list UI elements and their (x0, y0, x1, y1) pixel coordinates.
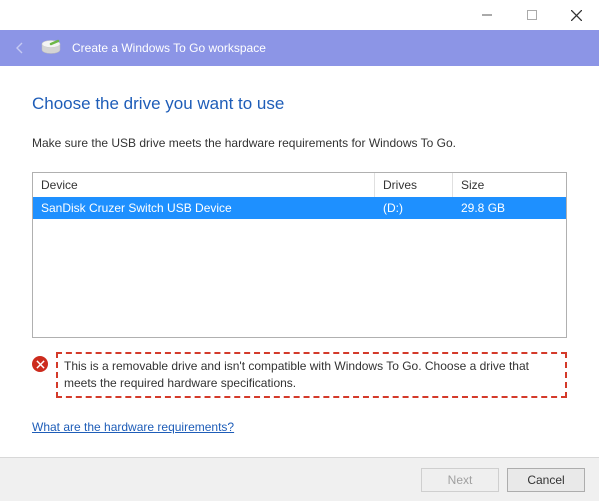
cell-size: 29.8 GB (453, 197, 566, 219)
table-row[interactable]: SanDisk Cruzer Switch USB Device (D:) 29… (33, 197, 566, 219)
drive-table: Device Drives Size SanDisk Cruzer Switch… (32, 172, 567, 338)
page-heading: Choose the drive you want to use (32, 94, 567, 114)
wizard-title: Create a Windows To Go workspace (72, 41, 266, 55)
col-header-size[interactable]: Size (453, 173, 566, 197)
maximize-button[interactable] (509, 0, 554, 30)
content-area: Choose the drive you want to use Make su… (0, 66, 599, 444)
col-header-device[interactable]: Device (33, 173, 375, 197)
error-text: This is a removable drive and isn't comp… (56, 352, 567, 398)
cell-device: SanDisk Cruzer Switch USB Device (33, 197, 375, 219)
wizard-header: Create a Windows To Go workspace (0, 30, 599, 66)
col-header-drives[interactable]: Drives (375, 173, 453, 197)
page-subheading: Make sure the USB drive meets the hardwa… (32, 136, 567, 150)
table-header: Device Drives Size (33, 173, 566, 197)
disk-icon (40, 39, 62, 57)
table-body: SanDisk Cruzer Switch USB Device (D:) 29… (33, 197, 566, 337)
next-button: Next (421, 468, 499, 492)
footer: Next Cancel (0, 457, 599, 501)
hardware-requirements-link[interactable]: What are the hardware requirements? (32, 420, 234, 434)
cell-drives: (D:) (375, 197, 453, 219)
error-block: This is a removable drive and isn't comp… (32, 352, 567, 398)
minimize-button[interactable] (464, 0, 509, 30)
close-button[interactable] (554, 0, 599, 30)
back-arrow-icon[interactable] (10, 38, 30, 58)
error-icon (32, 356, 48, 372)
titlebar (0, 0, 599, 30)
cancel-button[interactable]: Cancel (507, 468, 585, 492)
